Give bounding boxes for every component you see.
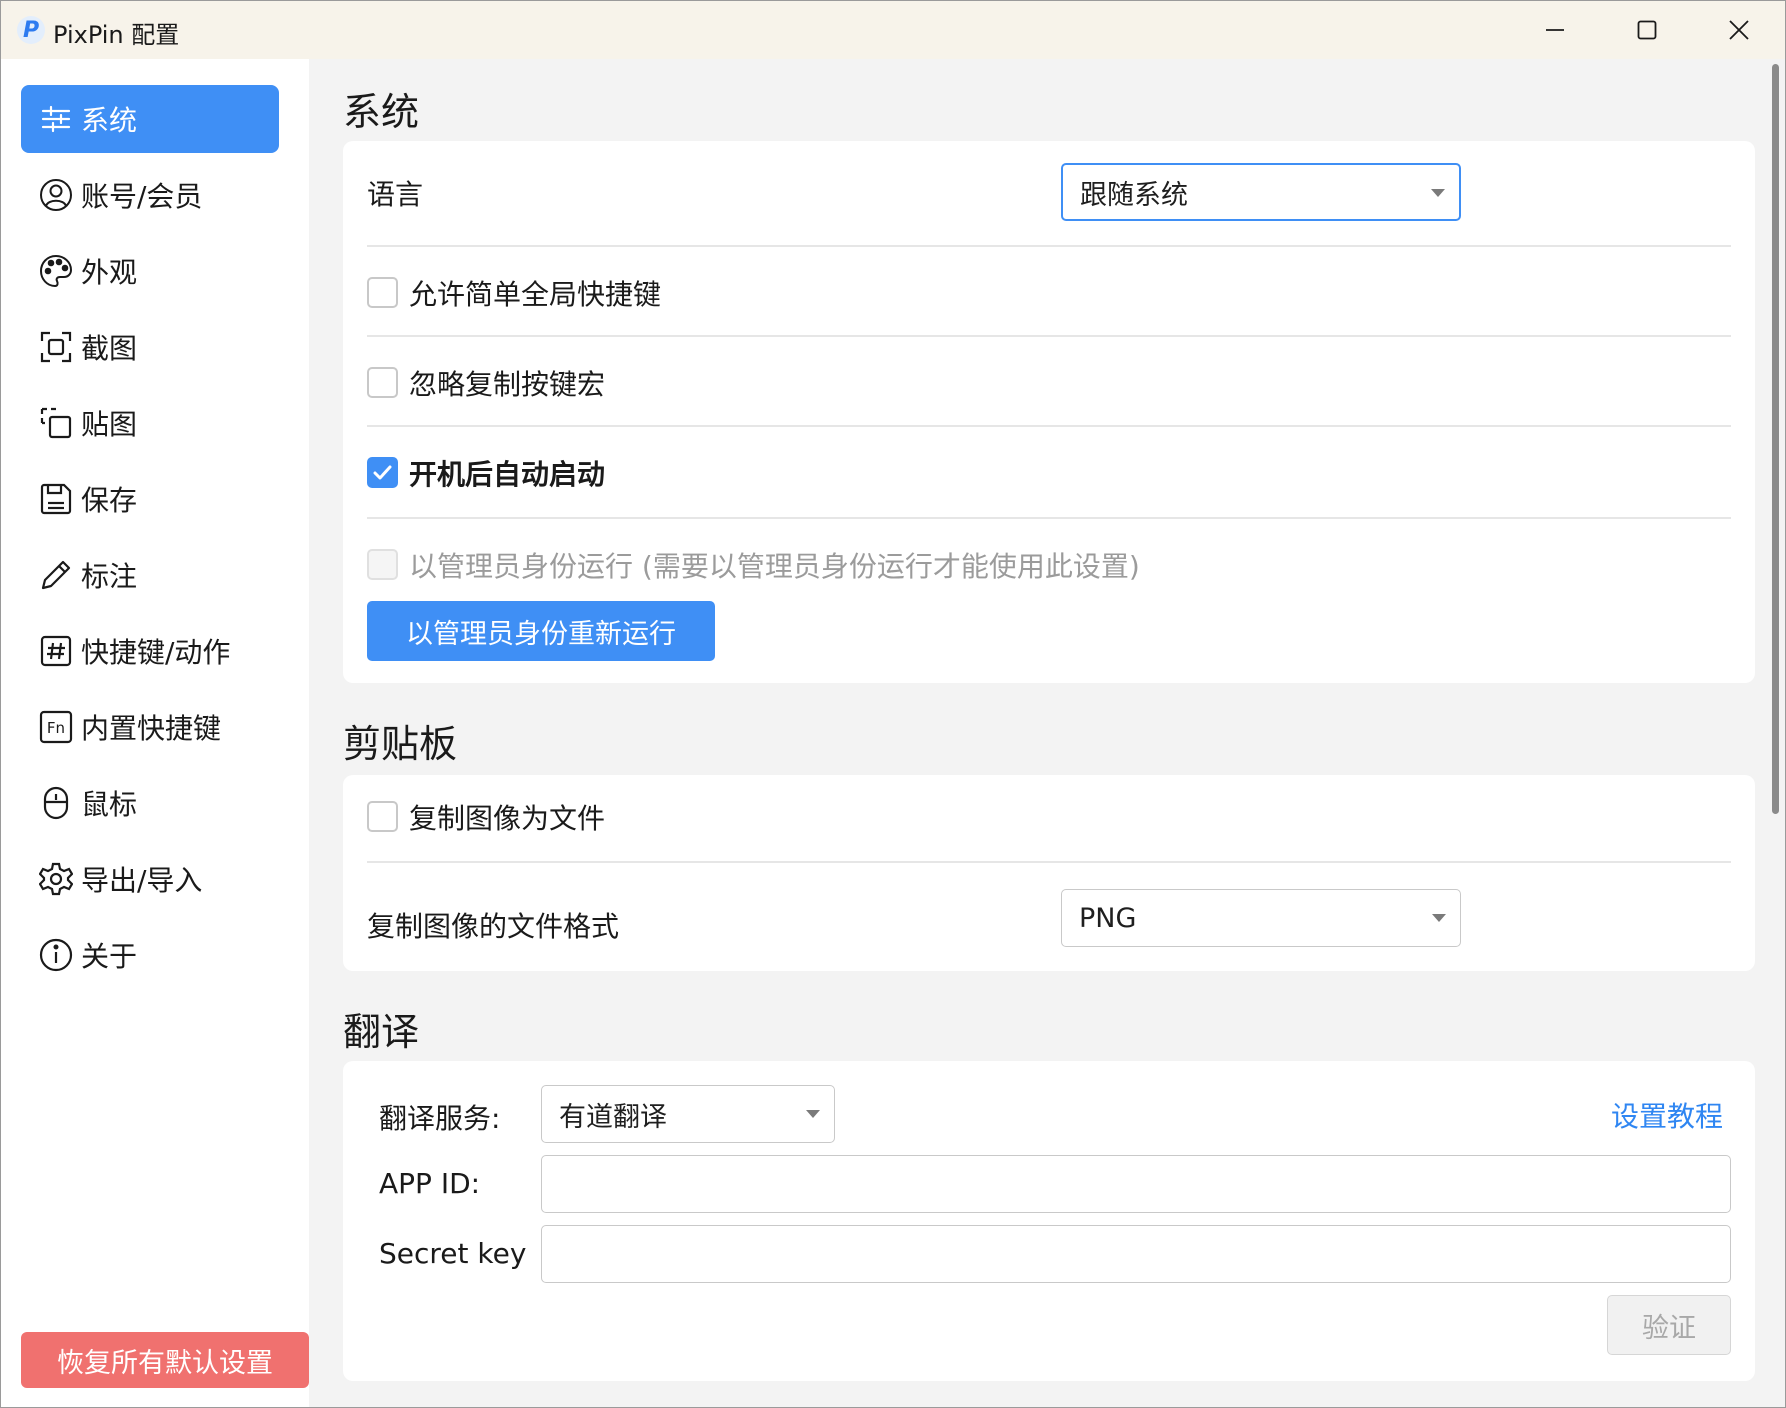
sidebar-item-label: 系统: [81, 104, 138, 137]
section-title-system: 系统: [343, 90, 420, 134]
file-format-select[interactable]: PNG: [1061, 889, 1461, 947]
chevron-down-icon: [1431, 189, 1445, 197]
translate-service-label: 翻译服务:: [379, 1102, 501, 1135]
sidebar: 系统 账号/会员 外观 截图 贴图 保存 标注 快捷键/动作 Fn 内置快捷键 …: [1, 59, 309, 1407]
sidebar-item-system[interactable]: 系统: [21, 85, 279, 153]
close-icon: [1729, 20, 1749, 40]
clipboard-card: 复制图像为文件 复制图像的文件格式 PNG: [343, 775, 1755, 971]
settings-content: 系统 语言 跟随系统 允许简单全局快捷键 忽略复制按键宏 开机后自动启动 以管理…: [309, 59, 1765, 1407]
sidebar-item-label: 截图: [81, 332, 138, 365]
maximize-button[interactable]: [1601, 1, 1693, 59]
title-bar: P PixPin 配置: [1, 1, 1785, 59]
sidebar-item-annotate[interactable]: 标注: [21, 541, 279, 609]
divider: [367, 335, 1731, 337]
sidebar-item-appearance[interactable]: 外观: [21, 237, 279, 305]
sidebar-item-hotkeys[interactable]: 快捷键/动作: [21, 617, 279, 685]
sidebar-item-account[interactable]: 账号/会员: [21, 161, 279, 229]
sidebar-item-export-import[interactable]: 导出/导入: [21, 845, 279, 913]
screenshot-frame-icon: [37, 328, 75, 366]
run-as-admin-checkbox: [367, 549, 398, 580]
file-format-value: PNG: [1079, 902, 1137, 934]
sidebar-item-label: 快捷键/动作: [81, 636, 231, 669]
sidebar-item-pin[interactable]: 贴图: [21, 389, 279, 457]
floppy-disk-icon: [37, 480, 75, 518]
sidebar-item-label: 贴图: [81, 408, 138, 441]
ignore-macro-label: 忽略复制按键宏: [409, 368, 606, 401]
minimize-button[interactable]: [1509, 1, 1601, 59]
scrollbar[interactable]: [1767, 59, 1785, 1407]
file-format-label: 复制图像的文件格式: [367, 910, 620, 943]
autostart-label: 开机后自动启动: [409, 458, 606, 491]
scrollbar-thumb[interactable]: [1772, 64, 1779, 814]
autostart-checkbox[interactable]: [367, 457, 398, 488]
section-title-clipboard: 剪贴板: [343, 722, 458, 766]
app-logo-icon: P: [17, 16, 45, 44]
info-icon: [37, 936, 75, 974]
minimize-icon: [1546, 29, 1564, 31]
reset-defaults-button[interactable]: 恢复所有默认设置: [21, 1332, 309, 1388]
copy-as-file-checkbox[interactable]: [367, 801, 398, 832]
simple-hotkey-label: 允许简单全局快捷键: [409, 278, 662, 311]
sidebar-item-save[interactable]: 保存: [21, 465, 279, 533]
sidebar-item-about[interactable]: 关于: [21, 921, 279, 989]
pencil-icon: [37, 556, 75, 594]
pin-window-icon: [37, 404, 75, 442]
divider: [367, 517, 1731, 519]
hash-box-icon: [37, 632, 75, 670]
setup-tutorial-link[interactable]: 设置教程: [1611, 1095, 1723, 1135]
user-circle-icon: [37, 176, 75, 214]
chevron-down-icon: [1432, 914, 1446, 922]
sidebar-item-screenshot[interactable]: 截图: [21, 313, 279, 381]
language-value: 跟随系统: [1080, 179, 1188, 211]
divider: [367, 245, 1731, 247]
section-title-translate: 翻译: [343, 1010, 420, 1054]
system-card: 语言 跟随系统 允许简单全局快捷键 忽略复制按键宏 开机后自动启动 以管理员身份…: [343, 141, 1755, 683]
sidebar-item-label: 标注: [81, 560, 138, 593]
palette-icon: [37, 252, 75, 290]
language-select[interactable]: 跟随系统: [1061, 163, 1461, 221]
close-button[interactable]: [1693, 1, 1785, 59]
secret-key-label: Secret key: [379, 1237, 527, 1270]
language-label: 语言: [367, 178, 424, 211]
sidebar-item-mouse[interactable]: 鼠标: [21, 769, 279, 837]
translate-service-select[interactable]: 有道翻译: [541, 1085, 835, 1143]
svg-text:Fn: Fn: [47, 719, 65, 737]
fn-key-icon: Fn: [37, 708, 75, 746]
settings-window: P PixPin 配置 系统 账号/会员 外观 截图 贴图 保存 标注 快捷键/…: [0, 0, 1786, 1408]
run-as-admin-label: 以管理员身份运行 (需要以管理员身份运行才能使用此设置): [409, 550, 1140, 583]
app-id-label: APP ID:: [379, 1167, 481, 1200]
maximize-icon: [1637, 20, 1657, 40]
chevron-down-icon: [806, 1110, 820, 1118]
sidebar-item-label: 账号/会员: [81, 180, 203, 213]
app-id-input[interactable]: [541, 1155, 1731, 1213]
divider: [367, 425, 1731, 427]
mouse-icon: [37, 784, 75, 822]
ignore-macro-checkbox[interactable]: [367, 367, 398, 398]
secret-key-input[interactable]: [541, 1225, 1731, 1283]
sidebar-item-label: 保存: [81, 484, 138, 517]
window-title: PixPin 配置: [53, 21, 180, 49]
gear-icon: [37, 860, 75, 898]
translate-service-value: 有道翻译: [559, 1101, 667, 1133]
copy-as-file-label: 复制图像为文件: [409, 802, 606, 835]
sidebar-item-label: 关于: [81, 940, 138, 973]
sidebar-item-builtin-hotkeys[interactable]: Fn 内置快捷键: [21, 693, 279, 761]
checkmark-icon: [373, 465, 392, 480]
simple-hotkey-checkbox[interactable]: [367, 277, 398, 308]
sliders-icon: [37, 100, 75, 138]
sidebar-item-label: 导出/导入: [81, 864, 203, 897]
sidebar-item-label: 外观: [81, 256, 138, 289]
divider: [367, 861, 1731, 863]
verify-button: 验证: [1607, 1295, 1731, 1355]
sidebar-item-label: 内置快捷键: [81, 712, 222, 745]
rerun-as-admin-button[interactable]: 以管理员身份重新运行: [367, 601, 715, 661]
translate-card: 翻译服务: 有道翻译 设置教程 APP ID: Secret key 验证: [343, 1061, 1755, 1381]
sidebar-item-label: 鼠标: [81, 788, 138, 821]
